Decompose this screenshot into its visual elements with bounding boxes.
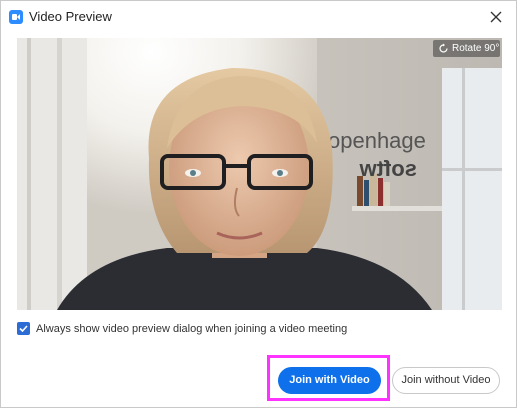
- join-with-video-button[interactable]: Join with Video: [278, 367, 381, 394]
- close-icon: [490, 11, 502, 23]
- camera-feed: copenhage softw: [17, 38, 502, 310]
- window-title: Video Preview: [29, 9, 112, 24]
- always-show-option: Always show video preview dialog when jo…: [17, 321, 357, 337]
- always-show-checkbox[interactable]: [17, 322, 30, 335]
- always-show-label: Always show video preview dialog when jo…: [36, 323, 348, 335]
- rotate-button[interactable]: Rotate 90°: [433, 40, 500, 57]
- rotate-icon: [439, 43, 448, 53]
- video-preview: copenhage softw: [17, 38, 502, 310]
- wall-text-line1: copenhage: [317, 128, 426, 153]
- rotate-label: Rotate 90°: [452, 43, 500, 54]
- checkmark-icon: [19, 325, 28, 333]
- wall-text-line2: softw: [359, 156, 417, 181]
- join-without-video-button[interactable]: Join without Video: [392, 367, 500, 394]
- video-preview-dialog: Video Preview copenhage softw Rotate 90°…: [0, 0, 517, 408]
- title-bar: Video Preview: [1, 1, 516, 33]
- zoom-camera-icon: [9, 10, 23, 24]
- close-button[interactable]: [485, 6, 507, 28]
